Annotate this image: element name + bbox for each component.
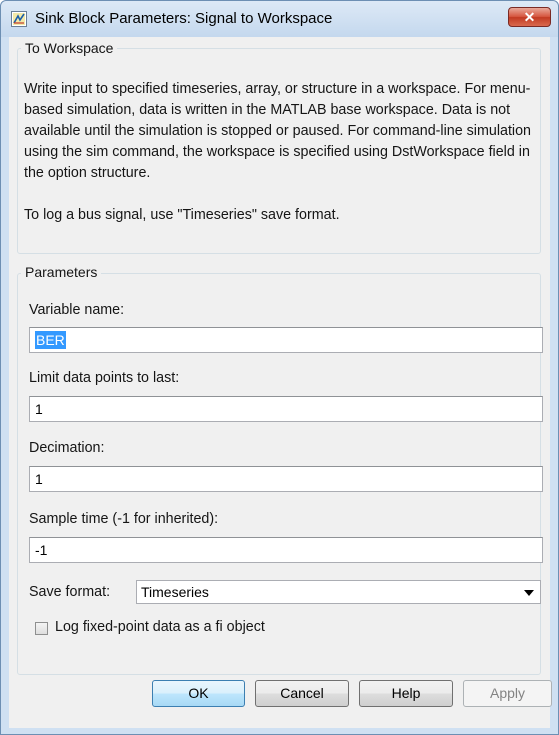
- dialog-client-area: To Workspace Write input to specified ti…: [9, 37, 550, 728]
- parameters-group-title: Parameters: [21, 264, 102, 280]
- save-format-label: Save format:: [29, 584, 111, 600]
- apply-button[interactable]: Apply: [463, 680, 552, 707]
- dialog-window: Sink Block Parameters: Signal to Workspa…: [0, 0, 559, 735]
- limit-data-points-input[interactable]: 1: [29, 396, 543, 422]
- save-format-value: Timeseries: [141, 584, 209, 600]
- variable-name-value: BER: [35, 331, 66, 349]
- description-paragraph: Write input to specified timeseries, arr…: [24, 81, 532, 181]
- log-fixed-point-label[interactable]: Log fixed-point data as a fi object: [55, 619, 265, 635]
- simulink-block-icon: [11, 11, 27, 27]
- ok-button[interactable]: OK: [152, 680, 245, 707]
- variable-name-label: Variable name:: [29, 302, 125, 318]
- decimation-input[interactable]: 1: [29, 466, 543, 492]
- chevron-down-icon: [524, 590, 534, 596]
- block-description: Write input to specified timeseries, arr…: [24, 79, 536, 226]
- close-button[interactable]: ✕: [508, 7, 551, 27]
- sample-time-label: Sample time (-1 for inherited):: [29, 511, 219, 527]
- description-group-title: To Workspace: [21, 40, 118, 56]
- title-bar[interactable]: Sink Block Parameters: Signal to Workspa…: [1, 1, 558, 37]
- window-title: Sink Block Parameters: Signal to Workspa…: [35, 10, 333, 27]
- help-button[interactable]: Help: [359, 680, 453, 707]
- description-bus-note: To log a bus signal, use "Timeseries" sa…: [24, 207, 340, 223]
- log-fixed-point-checkbox[interactable]: [35, 622, 48, 635]
- close-icon: ✕: [523, 9, 536, 25]
- sample-time-input[interactable]: -1: [29, 537, 543, 563]
- variable-name-input[interactable]: BER: [29, 327, 543, 353]
- save-format-dropdown[interactable]: Timeseries: [136, 580, 541, 604]
- decimation-label: Decimation:: [29, 440, 105, 456]
- limit-data-points-label: Limit data points to last:: [29, 370, 180, 386]
- cancel-button[interactable]: Cancel: [255, 680, 349, 707]
